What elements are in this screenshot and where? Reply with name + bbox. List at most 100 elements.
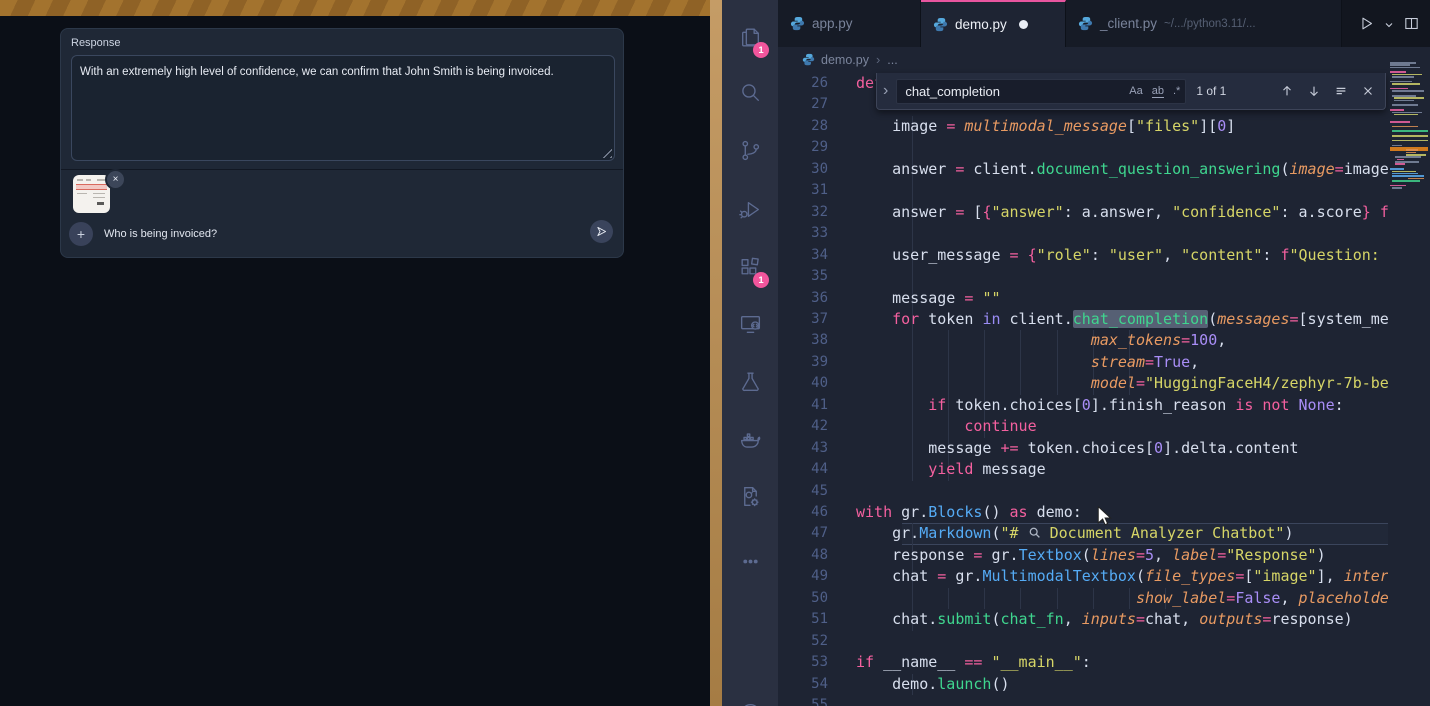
modified-dot-icon (1019, 20, 1028, 29)
code-line-55: 55 (778, 695, 1388, 706)
code-text: if token.choices[0].finish_reason is not… (856, 395, 1344, 416)
line-number: 50 (778, 588, 828, 609)
find-in-selection-button[interactable] (1334, 84, 1348, 98)
python-file-icon (790, 16, 805, 31)
line-number: 33 (778, 223, 828, 244)
line-number: 39 (778, 352, 828, 373)
code-text: message = "" (856, 288, 1001, 309)
activity-remote-explorer-icon[interactable] (722, 299, 778, 349)
activity-source-control-icon[interactable] (722, 125, 778, 175)
tab-app.py[interactable]: app.py (778, 0, 921, 47)
code-line-34: 34 user_message = {"role": "user", "cont… (778, 245, 1388, 266)
chat-input-text[interactable]: Who is being invoiced? (104, 228, 217, 240)
tab-label: _client.py (1100, 16, 1157, 31)
minimap[interactable] (1390, 62, 1430, 194)
activity-run-debug-icon[interactable] (722, 184, 778, 234)
run-dropdown-chevron-icon[interactable] (1383, 18, 1395, 30)
activity-more-icon[interactable] (722, 536, 778, 586)
regex-toggle[interactable]: .* (1173, 85, 1180, 97)
line-number: 47 (778, 523, 828, 544)
code-line-44: 44 yield message (778, 459, 1388, 480)
match-case-toggle[interactable]: Aa (1129, 85, 1142, 97)
code-line-37: 37 for token in client.chat_completion(m… (778, 309, 1388, 330)
find-input[interactable]: chat_completion Aa ab .* (896, 79, 1186, 104)
python-file-icon (802, 53, 815, 66)
minimap-row (1390, 88, 1408, 90)
minimap-row (1394, 100, 1414, 102)
line-number: 34 (778, 245, 828, 266)
minimap-row (1395, 163, 1405, 165)
minimap-row (1406, 149, 1418, 151)
add-file-button[interactable]: + (69, 222, 93, 246)
code-line-30: 30 answer = client.document_question_ans… (778, 159, 1388, 180)
activity-extensions-icon[interactable]: 1 (722, 242, 778, 292)
run-button[interactable] (1358, 15, 1375, 32)
plus-icon: + (77, 226, 85, 242)
line-number: 28 (778, 116, 828, 137)
mouse-cursor (1096, 506, 1113, 526)
window-top-strip (0, 0, 710, 16)
chevron-right-icon: › (876, 52, 880, 67)
code-line-54: 54 demo.launch() (778, 674, 1388, 695)
code-text: response = gr.Textbox(lines=5, label="Re… (856, 545, 1326, 566)
screen: Response With an extremely high level of… (0, 0, 1430, 706)
line-number: 43 (778, 438, 828, 459)
activity-tools-file-icon[interactable] (722, 471, 778, 521)
minimap-row (1392, 95, 1416, 97)
toggle-replace-chevron-icon[interactable]: › (883, 82, 888, 100)
activity-search-icon[interactable] (722, 67, 778, 117)
minimap-row (1390, 62, 1416, 64)
minimap-row (1392, 83, 1420, 85)
minimap-row (1394, 114, 1418, 116)
minimap-row (1395, 156, 1421, 158)
remove-attachment-button[interactable]: × (105, 169, 126, 190)
code-line-31: 31 (778, 180, 1388, 201)
badge: 1 (753, 42, 769, 58)
code-line-49: 49 chat = gr.MultimodalTextbox(file_type… (778, 566, 1388, 587)
code-line-50: 50 show_label=False, placeholder= (778, 588, 1388, 609)
activity-explorer-icon[interactable]: 1 (722, 12, 778, 62)
line-number: 32 (778, 202, 828, 223)
code-line-33: 33 (778, 223, 1388, 244)
previous-match-button[interactable] (1280, 84, 1294, 98)
line-number: 30 (778, 159, 828, 180)
line-number: 51 (778, 609, 828, 630)
breadcrumb-file[interactable]: demo.py (821, 53, 869, 67)
code-line-51: 51 chat.submit(chat_fn, inputs=chat, out… (778, 609, 1388, 630)
line-number: 35 (778, 266, 828, 287)
resize-handle[interactable] (602, 148, 612, 158)
next-match-button[interactable] (1307, 84, 1321, 98)
code-line-29: 29 (778, 137, 1388, 158)
whole-word-toggle[interactable]: ab (1152, 85, 1164, 98)
minimap-row (1390, 109, 1404, 111)
code-text: yield message (856, 459, 1046, 480)
split-editor-button[interactable] (1403, 15, 1420, 32)
code-text: if __name__ == "__main__": (856, 652, 1091, 673)
code-text: continue (856, 416, 1037, 437)
code-line-28: 28 image = multimodal_message["files"][0… (778, 116, 1388, 137)
code-line-40: 40 model="HuggingFaceH4/zephyr-7b-beta (778, 373, 1388, 394)
code-line-35: 35 (778, 266, 1388, 287)
badge: 1 (753, 272, 769, 288)
tab-_client.py[interactable]: _client.py~/.../python3.11/... (1066, 0, 1342, 47)
activity-docker-icon[interactable] (722, 414, 778, 464)
minimap-row (1406, 154, 1426, 156)
response-label: Response (71, 37, 121, 49)
close-find-button[interactable] (1361, 84, 1375, 98)
code-line-46: 46with gr.Blocks() as demo: (778, 502, 1388, 523)
code-text: chat.submit(chat_fn, inputs=chat, output… (856, 609, 1353, 630)
minimap-row (1392, 126, 1418, 128)
line-number: 55 (778, 695, 828, 706)
response-textbox[interactable]: With an extremely high level of confiden… (71, 55, 615, 161)
activity-account-icon[interactable] (722, 688, 778, 706)
activity-testing-icon[interactable] (722, 356, 778, 406)
find-query-text: chat_completion (905, 84, 1000, 99)
breadcrumb-more[interactable]: ... (887, 53, 897, 67)
breadcrumb[interactable]: demo.py › ... (778, 47, 1430, 72)
code-line-41: 41 if token.choices[0].finish_reason is … (778, 395, 1388, 416)
line-number: 38 (778, 330, 828, 351)
minimap-row (1390, 71, 1406, 73)
send-button[interactable] (590, 220, 613, 243)
code-text: image = multimodal_message["files"][0] (856, 116, 1235, 137)
tab-demo.py[interactable]: demo.py (921, 0, 1066, 47)
